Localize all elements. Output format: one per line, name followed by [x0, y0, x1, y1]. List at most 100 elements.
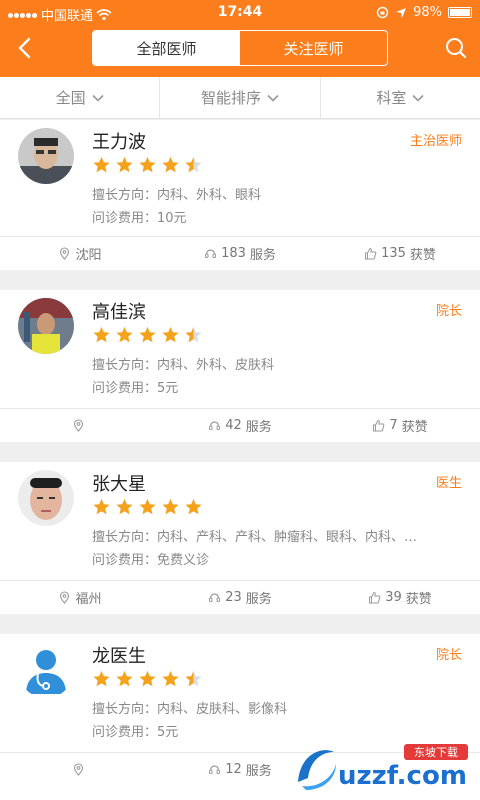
avatar: [18, 642, 74, 698]
service-count: 42: [225, 418, 242, 433]
watermark-tag: 东坡下载: [414, 746, 458, 759]
doctor-card[interactable]: 王力波 主治医师 擅长方向：内科、外科、眼科 问诊费用：10元 沈阳 183 服…: [0, 120, 480, 270]
service-icon: [209, 593, 221, 602]
star-icon: [162, 671, 179, 687]
city: 沈阳: [75, 248, 102, 263]
fee-label: 问诊费用：: [92, 211, 158, 226]
star-icon: [93, 157, 110, 173]
like-icon: [369, 591, 381, 604]
specialty-value: 内科、外科、眼科: [157, 188, 262, 203]
filter-sort-label: 智能排序: [200, 89, 261, 107]
filter-department-label: 科室: [376, 89, 407, 107]
star-icon: [185, 671, 202, 687]
rating-stars: [92, 156, 203, 174]
star-icon: [93, 327, 110, 343]
location-icon: [60, 247, 70, 260]
top-bar: 中国联通 17:44 98% 全部医师 关注医师: [0, 0, 480, 77]
star-icon: [185, 157, 202, 173]
card-footer: 42 服务 7 获赞: [0, 408, 480, 442]
service-suffix: 服务: [249, 248, 276, 263]
location-icon: [73, 419, 83, 432]
chevron-down-icon: [92, 94, 104, 102]
star-icon: [139, 327, 156, 343]
star-icon: [139, 157, 156, 173]
back-icon[interactable]: [14, 36, 36, 60]
tab-all-doctors[interactable]: 全部医师: [93, 31, 240, 65]
likes-suffix: 获赞: [409, 248, 436, 263]
specialty-value: 内科、外科、皮肤科: [157, 358, 275, 373]
star-icon: [116, 157, 133, 173]
star-icon: [185, 499, 202, 515]
doctor-tabs: 全部医师 关注医师: [92, 30, 388, 66]
specialty-value: 内科、皮肤科、影像科: [157, 702, 288, 717]
card-footer: 福州 23 服务 39 获赞: [0, 580, 480, 614]
rating-stars: [92, 498, 203, 516]
status-bar: 中国联通 17:44 98%: [0, 0, 480, 26]
fee-line: 问诊费用：5元: [92, 721, 178, 740]
fee-value: 5元: [157, 725, 179, 740]
rating-stars: [92, 326, 203, 344]
filter-sort[interactable]: 智能排序: [160, 77, 321, 118]
service-suffix: 服务: [245, 764, 272, 779]
likes-cell: 7 获赞: [320, 409, 480, 442]
filter-department[interactable]: 科室: [321, 77, 480, 118]
service-suffix: 服务: [245, 420, 272, 435]
specialty-line: 擅长方向：内科、外科、皮肤科: [92, 354, 274, 373]
service-icon: [209, 421, 221, 430]
specialty-value: 内科、产科、产科、肿瘤科、眼科、内科、…: [157, 530, 418, 545]
doctor-card[interactable]: 张大星 医生 擅长方向：内科、产科、产科、肿瘤科、眼科、内科、… 问诊费用：免费…: [0, 462, 480, 614]
service-cell: 42 服务: [160, 409, 320, 442]
star-icon: [162, 327, 179, 343]
battery-icon: [448, 7, 472, 18]
chevron-down-icon: [267, 94, 279, 102]
star-icon: [185, 327, 202, 343]
star-icon: [139, 671, 156, 687]
watermark-text: uzzf.com: [338, 761, 467, 791]
card-footer: 沈阳 183 服务 135 获赞: [0, 236, 480, 270]
avatar: [18, 128, 74, 184]
star-icon: [116, 327, 133, 343]
fee-label: 问诊费用：: [92, 725, 158, 740]
service-cell: 183 服务: [160, 237, 320, 270]
service-icon: [205, 249, 217, 258]
specialty-label: 擅长方向：: [92, 358, 158, 373]
doctor-name: 张大星: [92, 474, 146, 495]
rating-stars: [92, 670, 203, 688]
fee-line: 问诊费用：10元: [92, 207, 187, 226]
likes-cell: 135 获赞: [320, 237, 480, 270]
specialty-label: 擅长方向：: [92, 188, 158, 203]
doctor-title: 主治医师: [409, 134, 462, 149]
doctor-title: 医生: [435, 476, 462, 491]
location-cell: [0, 409, 160, 442]
location-icon: [60, 591, 70, 604]
likes-suffix: 获赞: [401, 420, 428, 435]
likes-cell: 39 获赞: [320, 581, 480, 614]
specialty-line: 擅长方向：内科、皮肤科、影像科: [92, 698, 287, 717]
doctor-title: 院长: [435, 648, 462, 663]
likes-count: 7: [389, 418, 398, 433]
star-icon: [139, 499, 156, 515]
chevron-down-icon: [412, 94, 424, 102]
filter-region-label: 全国: [55, 89, 86, 107]
location-arrow-icon: [396, 7, 407, 18]
filter-bar: 全国 智能排序 科室: [0, 77, 480, 119]
likes-count: 135: [381, 246, 406, 261]
service-count: 12: [225, 762, 242, 777]
service-icon: [209, 765, 221, 774]
service-suffix: 服务: [245, 592, 272, 607]
location-cell: 福州: [0, 581, 160, 614]
service-count: 183: [221, 246, 246, 261]
fee-line: 问诊费用：5元: [92, 377, 178, 396]
star-icon: [116, 499, 133, 515]
city: 福州: [75, 592, 102, 607]
filter-region[interactable]: 全国: [0, 77, 161, 118]
doctor-card[interactable]: 高佳滨 院长 擅长方向：内科、外科、皮肤科 问诊费用：5元 42 服务 7 获赞: [0, 290, 480, 442]
fee-value: 免费义诊: [157, 553, 210, 568]
service-count: 23: [225, 590, 242, 605]
location-icon: [73, 763, 83, 776]
tab-followed-doctors[interactable]: 关注医师: [240, 31, 387, 65]
doctor-title: 院长: [435, 304, 462, 319]
search-icon[interactable]: [444, 36, 468, 60]
specialty-label: 擅长方向：: [92, 702, 158, 717]
avatar: [18, 470, 74, 526]
